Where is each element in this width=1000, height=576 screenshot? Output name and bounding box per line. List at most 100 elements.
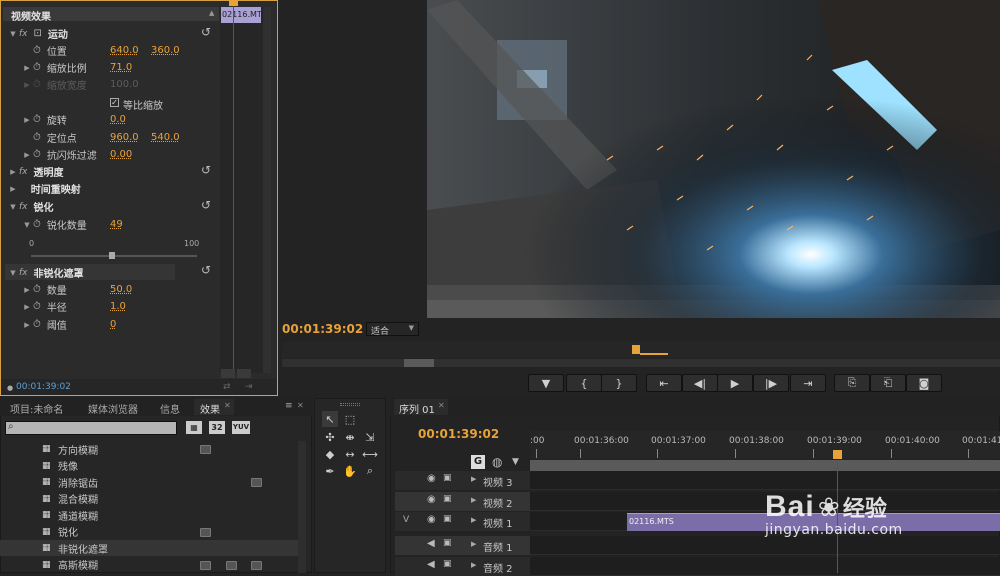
timeline-ruler[interactable]: :00 00:01:36:00 00:01:37:00 00:01:38:00 00:0… [530,431,1000,459]
playhead-marker-icon[interactable] [229,0,238,6]
go-to-in-button[interactable]: ⇤ [646,374,682,392]
collapsed-triangle-icon[interactable]: ▶ [21,151,33,159]
panel-close-tab-icon[interactable]: ✕ [297,401,304,410]
export-icon[interactable]: ⇥ [245,382,253,392]
zoom-tool-icon[interactable]: ⌕ [362,463,378,479]
stopwatch-icon[interactable]: ⏱ [33,284,41,295]
collapsed-triangle-icon[interactable]: ▶ [471,475,476,483]
scroll-up-icon[interactable]: ▲ [209,9,214,17]
step-forward-button[interactable]: |▶ [753,374,789,392]
expanded-triangle-icon[interactable]: ▼ [7,30,19,38]
position-y-value[interactable]: 360.0 [151,45,180,56]
panel-menu-icon[interactable]: ≡ [285,401,293,411]
effects-list-item[interactable]: ▦ 残像 [0,458,305,474]
effects-list-item[interactable]: ▦ 锐化 [0,524,305,540]
stopwatch-icon[interactable]: ⏱ [33,149,41,160]
razor-tool-icon[interactable]: ◆ [322,446,338,462]
mark-in-button[interactable]: { [566,374,602,392]
yuv-filter-icon[interactable]: YUV [232,421,250,434]
close-sequence-tab-icon[interactable]: ✕ [438,401,445,410]
zoom-scrollbar-thumb[interactable] [404,359,434,367]
position-x-value[interactable]: 640.0 [110,45,139,56]
audio-track-header[interactable]: ◀ ▣ ▶ 音频 2 [395,557,530,576]
effects-list-item[interactable]: ▦ 方向模糊 [0,441,305,457]
collapsed-triangle-icon[interactable]: ▶ [471,540,476,548]
audio-track-header[interactable]: ◀ ▣ ▶ 音频 1 [395,536,530,555]
32bit-filter-icon[interactable]: 32 [209,421,225,434]
collapsed-triangle-icon[interactable]: ▶ [21,116,33,124]
unsharp-threshold-value[interactable]: 0 [110,319,116,330]
rotation-value[interactable]: 0.0 [110,114,126,125]
time-remap-row[interactable]: ▶ 时间重映射 [7,180,80,197]
unsharp-radius-value[interactable]: 1.0 [110,301,126,312]
effect-playhead[interactable] [233,1,234,373]
collapsed-triangle-icon[interactable]: ▶ [471,561,476,569]
lock-icon[interactable]: ▣ [443,538,452,548]
footer-scroll-right[interactable] [237,369,251,378]
zoom-scrollbar[interactable] [282,359,1000,367]
scale-value[interactable]: 71.0 [110,62,132,73]
antiflicker-value[interactable]: 0.00 [110,149,132,160]
clip-tab[interactable]: 02116.MTS [221,7,267,23]
collapsed-triangle-icon[interactable]: ▶ [21,321,33,329]
keyframe-icon[interactable]: ◍ [492,455,502,469]
fit-dropdown[interactable]: 适合 ▼ [366,322,419,337]
reset-sharpen-icon[interactable]: ↺ [201,198,211,212]
speaker-icon[interactable]: ◀ [427,559,435,570]
stopwatch-icon[interactable]: ⏱ [33,114,41,125]
track-target[interactable]: V [403,515,409,525]
extract-button[interactable]: ⎗ [870,374,906,392]
anchor-y-value[interactable]: 540.0 [151,132,180,143]
slip-tool-icon[interactable]: ↔ [342,446,358,462]
video-track-header[interactable]: V ◉ ▣ ▶ 视频 1 [395,512,530,531]
expanded-triangle-icon[interactable]: ▼ [7,203,19,211]
snap-icon[interactable]: G [471,455,485,469]
tab-effects[interactable]: 效果 [200,401,220,416]
collapsed-triangle-icon[interactable]: ▶ [471,496,476,504]
footer-scroll-left[interactable] [221,369,235,378]
rolling-edit-tool-icon[interactable]: ⇼ [342,429,358,445]
pen-tool-icon[interactable]: ✒ [322,463,338,479]
speaker-icon[interactable]: ◀ [427,538,435,549]
reset-opacity-icon[interactable]: ↺ [201,163,211,177]
slide-tool-icon[interactable]: ⟷ [362,446,378,462]
panel-scrollbar[interactable] [263,7,271,373]
effect-controls-timecode[interactable]: 00:01:39:02 [16,382,71,392]
effects-list-item[interactable]: ▦ 混合模糊 [0,491,305,507]
collapsed-triangle-icon[interactable]: ▶ [471,516,476,524]
mark-out-button[interactable]: } [601,374,637,392]
expanded-triangle-icon[interactable]: ▼ [21,221,33,229]
video-frame[interactable] [427,0,1000,318]
export-frame-button[interactable]: ◙ [906,374,942,392]
sharpen-amount-value[interactable]: 49 [110,219,123,230]
lift-button[interactable]: ⎘ [834,374,870,392]
effects-list-item[interactable]: ▦ 高斯模糊 [0,557,305,573]
play-button[interactable]: ▶ [717,374,753,392]
fx-icon[interactable]: fx [19,167,28,177]
program-timecode[interactable]: 00:01:39:02 [282,322,363,336]
fx-icon[interactable]: fx [19,202,28,212]
monitor-timeline-ruler[interactable] [282,342,1000,358]
track-lane[interactable] [530,471,1000,490]
effect-timeline-area[interactable] [220,7,264,373]
stopwatch-icon[interactable]: ⏱ [33,301,41,312]
marker-icon[interactable]: ▼ [512,457,519,467]
fx-icon[interactable]: fx [19,268,28,278]
eye-icon[interactable]: ◉ [427,514,436,525]
unsharp-row[interactable]: ▼ fx 非锐化遮罩 [7,264,83,281]
monitor-playhead-icon[interactable] [632,345,640,354]
sharpen-slider-thumb[interactable] [109,252,116,259]
selection-tool-icon[interactable]: ↖ [322,411,338,427]
video-track-header[interactable]: ◉ ▣ ▶ 视频 2 [395,492,530,511]
eye-icon[interactable]: ◉ [427,494,436,505]
video-track-header[interactable]: ◉ ▣ ▶ 视频 3 [395,471,530,490]
work-area-bar[interactable] [530,460,1000,471]
stopwatch-icon[interactable]: ⏱ [33,45,41,56]
tab-sequence[interactable]: 序列 01 [399,401,435,416]
step-back-button[interactable]: ◀| [682,374,718,392]
opacity-row[interactable]: ▶ fx 透明度 [7,163,63,180]
lock-icon[interactable]: ▣ [443,473,452,483]
eye-icon[interactable]: ◉ [427,473,436,484]
stopwatch-icon[interactable]: ⏱ [33,319,41,330]
effects-scrollbar[interactable] [298,441,306,573]
